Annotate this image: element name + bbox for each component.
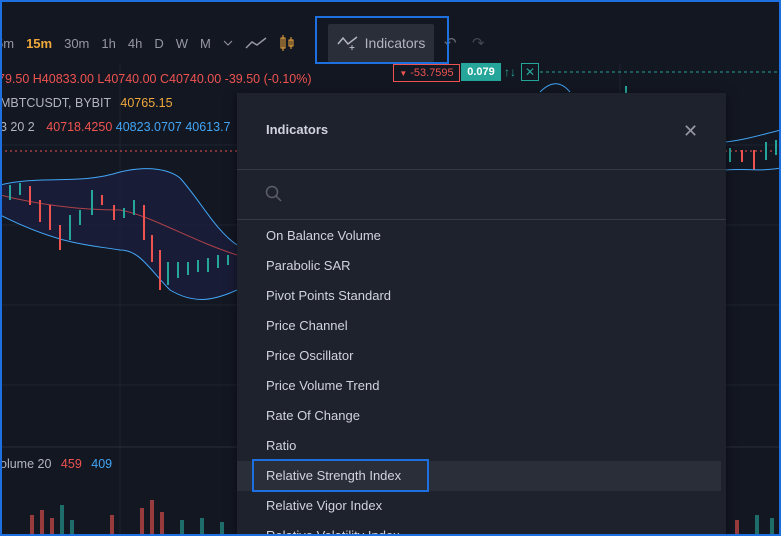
- price-delta: -53.7595: [410, 67, 454, 79]
- interval-1h[interactable]: 1h: [95, 36, 121, 51]
- ohlc-legend: 79.50 H40833.00 L40740.00 C40740.00 -39.…: [0, 72, 312, 86]
- ohlc-low: L40740.00: [97, 72, 157, 86]
- symbol-name: MBTCUSDT, BYBIT: [0, 96, 111, 110]
- close-icon[interactable]: ✕: [683, 121, 698, 142]
- list-item[interactable]: Rate Of Change: [237, 401, 726, 431]
- ohlc-open: 79.50: [0, 72, 30, 86]
- rsi-highlight: [252, 459, 429, 492]
- list-item[interactable]: Parabolic SAR: [237, 251, 726, 281]
- volume-val1: 459: [60, 457, 82, 471]
- swap-arrows-icon[interactable]: ↑↓: [501, 63, 519, 81]
- bb-lower: 40613.7: [185, 120, 231, 134]
- symbol-price: 40765.15: [120, 96, 173, 110]
- candlestick-icon[interactable]: [273, 34, 301, 52]
- list-item[interactable]: Relative Vigor Index: [237, 491, 726, 521]
- ohlc-change: -39.50 (-0.10%): [224, 72, 312, 86]
- interval-15m[interactable]: 15m: [20, 36, 58, 51]
- list-item[interactable]: Price Channel: [237, 311, 726, 341]
- dialog-title: Indicators: [266, 122, 329, 137]
- ohlc-high: H40833.00: [32, 72, 94, 86]
- redo-icon[interactable]: ↷: [472, 34, 485, 52]
- divider: [237, 219, 726, 220]
- list-item[interactable]: Ratio: [237, 431, 726, 461]
- indicators-highlight: [315, 16, 449, 64]
- interval-w[interactable]: W: [170, 36, 194, 51]
- bb-upper: 40718.4250: [46, 120, 113, 134]
- list-item[interactable]: On Balance Volume: [237, 221, 726, 251]
- price-delta-tag: ▼ -53.7595: [393, 64, 460, 82]
- price-value-tag[interactable]: 0.079: [461, 63, 501, 81]
- bb-legend: 3 20 2 40718.4250 40823.0707 40613.7: [0, 120, 231, 134]
- interval-4h[interactable]: 4h: [122, 36, 148, 51]
- divider: [237, 169, 726, 170]
- interval-d[interactable]: D: [148, 36, 169, 51]
- list-item[interactable]: Price Volume Trend: [237, 371, 726, 401]
- close-tag-icon[interactable]: ✕: [521, 63, 539, 81]
- bb-mid: 40823.0707: [115, 120, 182, 134]
- line-chart-icon[interactable]: [239, 36, 273, 50]
- search-input[interactable]: [237, 171, 726, 219]
- chevron-down-icon[interactable]: [217, 40, 239, 46]
- ohlc-close: C40740.00: [160, 72, 222, 86]
- list-item[interactable]: Pivot Points Standard: [237, 281, 726, 311]
- volume-legend: olume 20 459 409: [0, 457, 112, 471]
- volume-label: olume 20: [0, 457, 52, 471]
- interval-5m[interactable]: 5m: [0, 36, 20, 51]
- search-icon: [265, 185, 282, 202]
- interval-m[interactable]: M: [194, 36, 217, 51]
- volume-val2: 409: [91, 457, 113, 471]
- symbol-legend: MBTCUSDT, BYBIT 40765.15: [0, 96, 173, 110]
- interval-30m[interactable]: 30m: [58, 36, 95, 51]
- list-item[interactable]: Price Oscillator: [237, 341, 726, 371]
- list-item[interactable]: Relative Volatility Index: [237, 521, 726, 536]
- bb-params: 3 20 2: [0, 120, 35, 134]
